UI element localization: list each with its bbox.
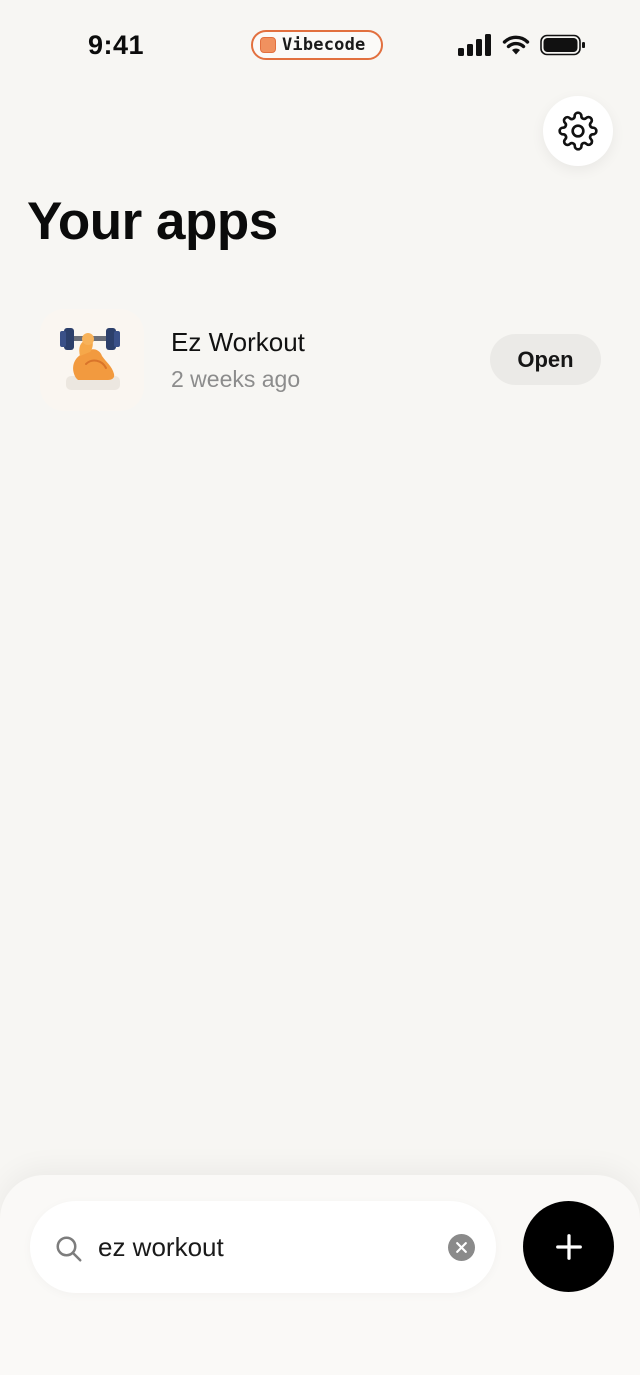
status-time: 9:41	[88, 30, 145, 60]
search-input[interactable]	[98, 1225, 428, 1269]
page-title: Your apps	[27, 192, 278, 251]
search-icon	[56, 1236, 82, 1262]
status-bar: 9:41 Vibecode	[0, 0, 640, 92]
flexed-biceps-dumbbell-icon	[60, 328, 120, 390]
plus-icon	[555, 1233, 582, 1260]
cellular-signal-icon	[458, 34, 491, 56]
open-app-button[interactable]: Open	[490, 334, 601, 385]
battery-icon	[540, 34, 585, 56]
app-name: Ez Workout	[171, 327, 305, 357]
app-icon	[40, 309, 144, 411]
clear-search-button[interactable]	[448, 1234, 475, 1261]
gear-icon	[558, 111, 598, 151]
status-icons	[458, 34, 586, 56]
add-app-button[interactable]	[523, 1201, 614, 1292]
app-updated-time: 2 weeks ago	[171, 366, 301, 392]
app-indicator-pill: Vibecode	[251, 30, 383, 60]
settings-button[interactable]	[543, 96, 613, 166]
app-indicator-label: Vibecode	[282, 35, 366, 55]
wifi-icon	[502, 35, 530, 55]
app-indicator-icon	[260, 37, 276, 53]
search-field[interactable]	[30, 1201, 496, 1293]
app-list-item[interactable]: Ez Workout 2 weeks ago Open	[40, 309, 602, 411]
clear-icon	[456, 1242, 467, 1253]
